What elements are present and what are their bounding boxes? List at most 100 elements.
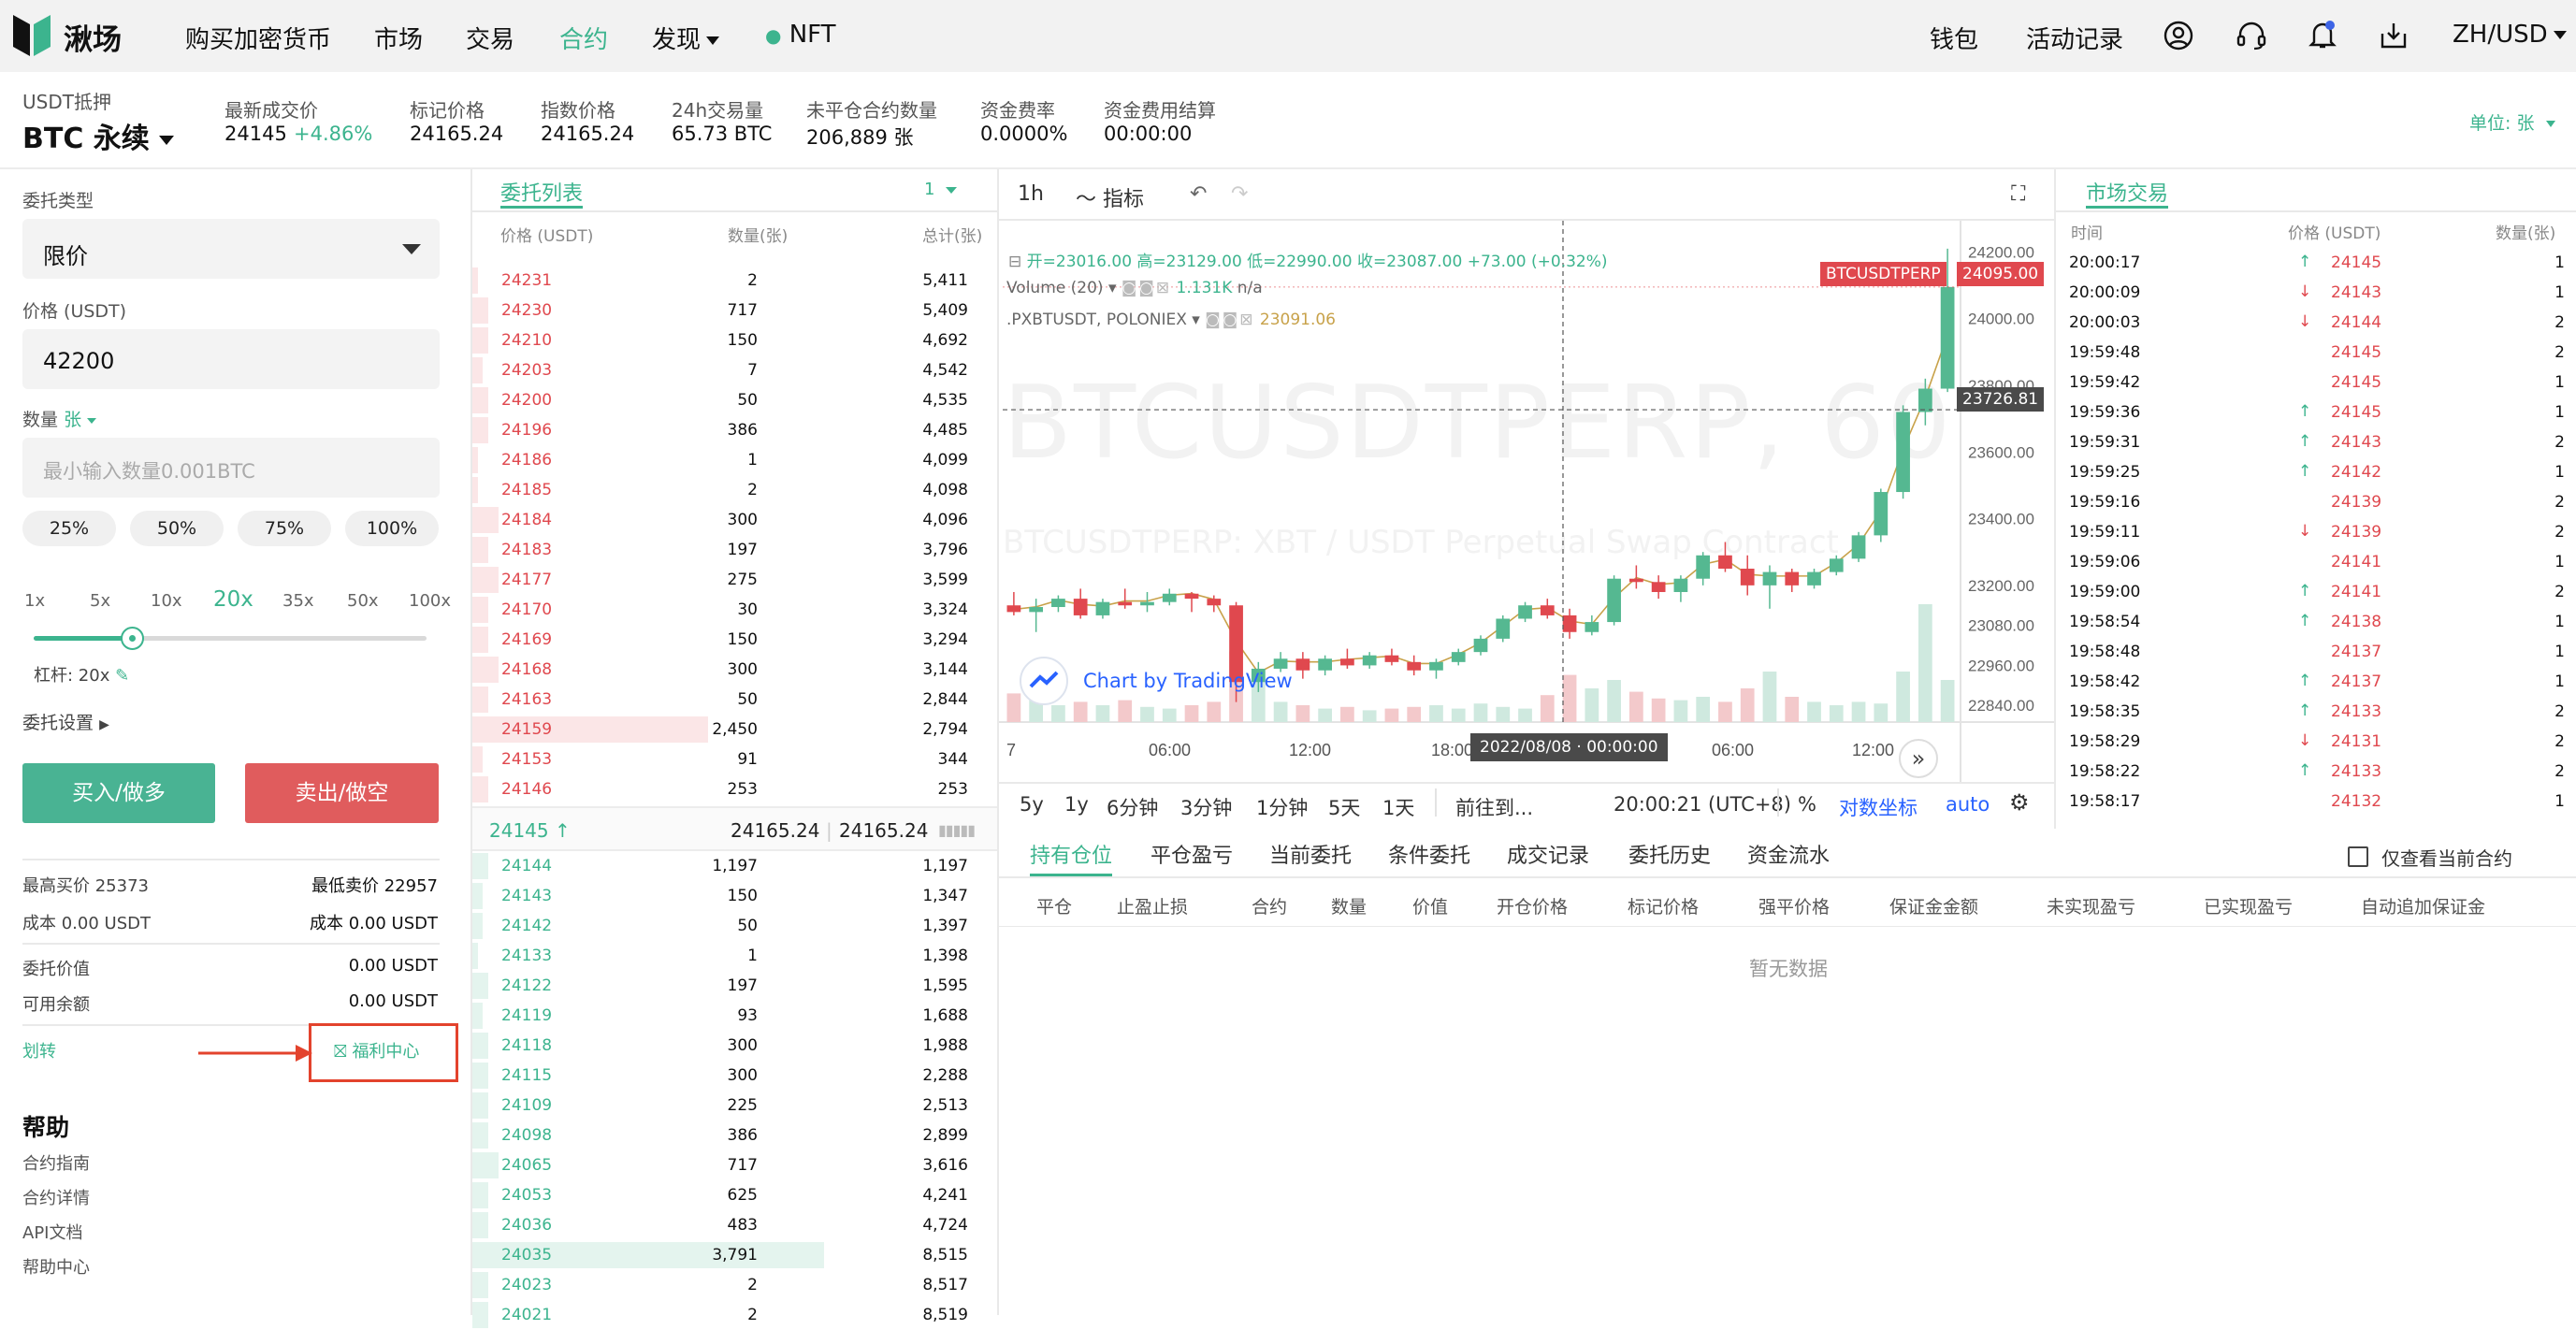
orderbook-title[interactable]: 委托列表 [500,177,583,207]
ask-row[interactable]: 24183 197 3,796 [472,535,996,565]
ask-row[interactable]: 24170 30 3,324 [472,595,996,625]
tab-closed-pnl[interactable]: 平仓盈亏 [1151,839,1233,869]
bid-row[interactable]: 24143 150 1,347 [472,881,996,911]
nav-market[interactable]: 市场 [374,21,423,55]
ask-row[interactable]: 24203 7 4,542 [472,355,996,385]
locale-selector[interactable]: ZH/USD [2453,21,2567,49]
chart-settings-icon[interactable]: ⚙ [2009,789,2030,816]
tab-positions[interactable]: 持有仓位 [1030,839,1112,869]
range-3m[interactable]: 3分钟 [1180,793,1232,821]
range-1y[interactable]: 1y [1064,793,1089,816]
ask-row[interactable]: 24230 717 5,409 [472,296,996,325]
bid-row[interactable]: 24023 2 8,517 [472,1270,996,1300]
sell-short-button[interactable]: 卖出/做空 [245,763,439,823]
ask-row[interactable]: 24231 2 5,411 [472,266,996,296]
help-link-details[interactable]: 合约详情 [22,1185,90,1209]
ask-row[interactable]: 24210 150 4,692 [472,325,996,355]
ask-row[interactable]: 24146 253 253 [472,774,996,804]
log-scale-toggle[interactable]: 对数坐标 [1839,793,1918,821]
brand-name[interactable]: 湫场 [64,16,122,58]
auto-scale-toggle[interactable]: auto [1946,793,1990,816]
ask-row[interactable]: 24163 50 2,844 [472,685,996,715]
nav-buy-crypto[interactable]: 购买加密货币 [185,21,331,55]
bid-row[interactable]: 24115 300 2,288 [472,1061,996,1091]
bid-row[interactable]: 24122 197 1,595 [472,971,996,1001]
range-1d[interactable]: 1天 [1382,793,1414,821]
bid-row[interactable]: 24053 625 4,241 [472,1180,996,1210]
brand-logo-icon[interactable] [13,15,51,56]
range-1m[interactable]: 1分钟 [1256,793,1308,821]
unit-selector[interactable]: 单位: 张 [2469,109,2555,135]
study-controls-icon[interactable]: ◙◙⊠ [1205,311,1254,329]
bid-row[interactable]: 24119 93 1,688 [472,1001,996,1031]
range-5d[interactable]: 5天 [1328,793,1360,821]
buy-long-button[interactable]: 买入/做多 [22,763,215,823]
order-settings[interactable]: 委托设置 ▶ [22,709,109,734]
leverage-5x[interactable]: 5x [90,591,110,611]
leverage-slider[interactable] [34,627,427,650]
ask-row[interactable]: 24184 300 4,096 [472,505,996,535]
download-icon[interactable] [2379,21,2409,51]
welfare-center-link[interactable]: ⛝ 福利中心 [334,1038,419,1063]
ask-row[interactable]: 24177 275 3,599 [472,565,996,595]
ask-row[interactable]: 24200 50 4,535 [472,385,996,415]
leverage-100x[interactable]: 100x [409,591,451,611]
price-input[interactable]: 42200 [22,329,440,389]
tradingview-attribution[interactable]: Chart by TradingView [1083,670,1293,692]
study-controls-icon[interactable]: ◙◙⊠ [1122,279,1171,297]
nav-futures[interactable]: 合约 [559,21,608,55]
legend-toggle-icon[interactable]: ⊟ [1008,253,1021,271]
ask-row[interactable]: 24169 150 3,294 [472,625,996,655]
nav-activity[interactable]: 活动记录 [2026,21,2123,55]
user-icon[interactable] [2164,21,2193,51]
ask-row[interactable]: 24196 386 4,485 [472,415,996,445]
undo-icon[interactable]: ↶ [1190,182,1207,206]
leverage-slider-handle[interactable] [121,627,144,650]
chart-clock[interactable]: 20:00:21 (UTC+8) [1614,793,1791,816]
pct-25-button[interactable]: 25% [22,511,116,546]
leverage-50x[interactable]: 50x [347,591,379,611]
fullscreen-icon[interactable]: ⛶ [2011,182,2025,206]
only-current-checkbox[interactable] [2348,846,2368,867]
scroll-to-latest-button[interactable]: » [1899,739,1938,778]
ask-row[interactable]: 24153 91 344 [472,745,996,774]
headset-icon[interactable] [2236,21,2267,51]
bid-row[interactable]: 24098 386 2,899 [472,1120,996,1150]
indicators-button[interactable]: 〜 指标 [1076,182,1144,212]
tab-trade-history[interactable]: 成交记录 [1507,839,1589,869]
help-link-center[interactable]: 帮助中心 [22,1254,90,1279]
bid-row[interactable]: 24118 300 1,988 [472,1031,996,1061]
range-6m[interactable]: 6分钟 [1107,793,1158,821]
ask-row[interactable]: 24168 300 3,144 [472,655,996,685]
candlestick-chart[interactable]: 24200.0024000.0023800.0023600.0023400.00… [999,221,2054,782]
nav-discover[interactable]: 发现 [652,21,720,55]
leverage-35x[interactable]: 35x [282,591,314,611]
order-type-select[interactable]: 限价 [22,219,440,279]
nav-trade[interactable]: 交易 [466,21,514,55]
tab-open-orders[interactable]: 当前委托 [1269,839,1352,869]
percent-toggle[interactable]: % [1798,793,1816,816]
tab-fund-flow[interactable]: 资金流水 [1747,839,1830,869]
help-link-guide[interactable]: 合约指南 [22,1150,90,1175]
qty-input[interactable]: 最小输入数量0.001BTC [22,438,440,498]
tradingview-logo-icon[interactable] [1020,657,1068,705]
nav-nft[interactable]: ● NFT [765,21,836,49]
precision-select[interactable]: 1 [924,180,958,199]
pct-50-button[interactable]: 50% [130,511,224,546]
qty-unit-selector[interactable]: 张 [64,410,81,430]
bid-row[interactable]: 24144 1,197 1,197 [472,851,996,881]
edit-icon[interactable]: ✎ [115,666,129,686]
trades-title[interactable]: 市场交易 [2086,177,2168,207]
tab-conditional-orders[interactable]: 条件委托 [1388,839,1470,869]
bid-row[interactable]: 24036 483 4,724 [472,1210,996,1240]
redo-icon[interactable]: ↷ [1231,182,1248,206]
bid-row[interactable]: 24035 3,791 8,515 [472,1240,996,1270]
bid-row[interactable]: 24065 717 3,616 [472,1150,996,1180]
bid-row[interactable]: 24021 2 8,519 [472,1300,996,1330]
help-link-api[interactable]: API文档 [22,1220,82,1244]
symbol-selector[interactable]: BTC 永续 [22,115,174,156]
bid-row[interactable]: 24142 50 1,397 [472,911,996,941]
ask-row[interactable]: 24159 2,450 2,794 [472,715,996,745]
ask-row[interactable]: 24185 2 4,098 [472,475,996,505]
leverage-1x[interactable]: 1x [24,591,45,611]
